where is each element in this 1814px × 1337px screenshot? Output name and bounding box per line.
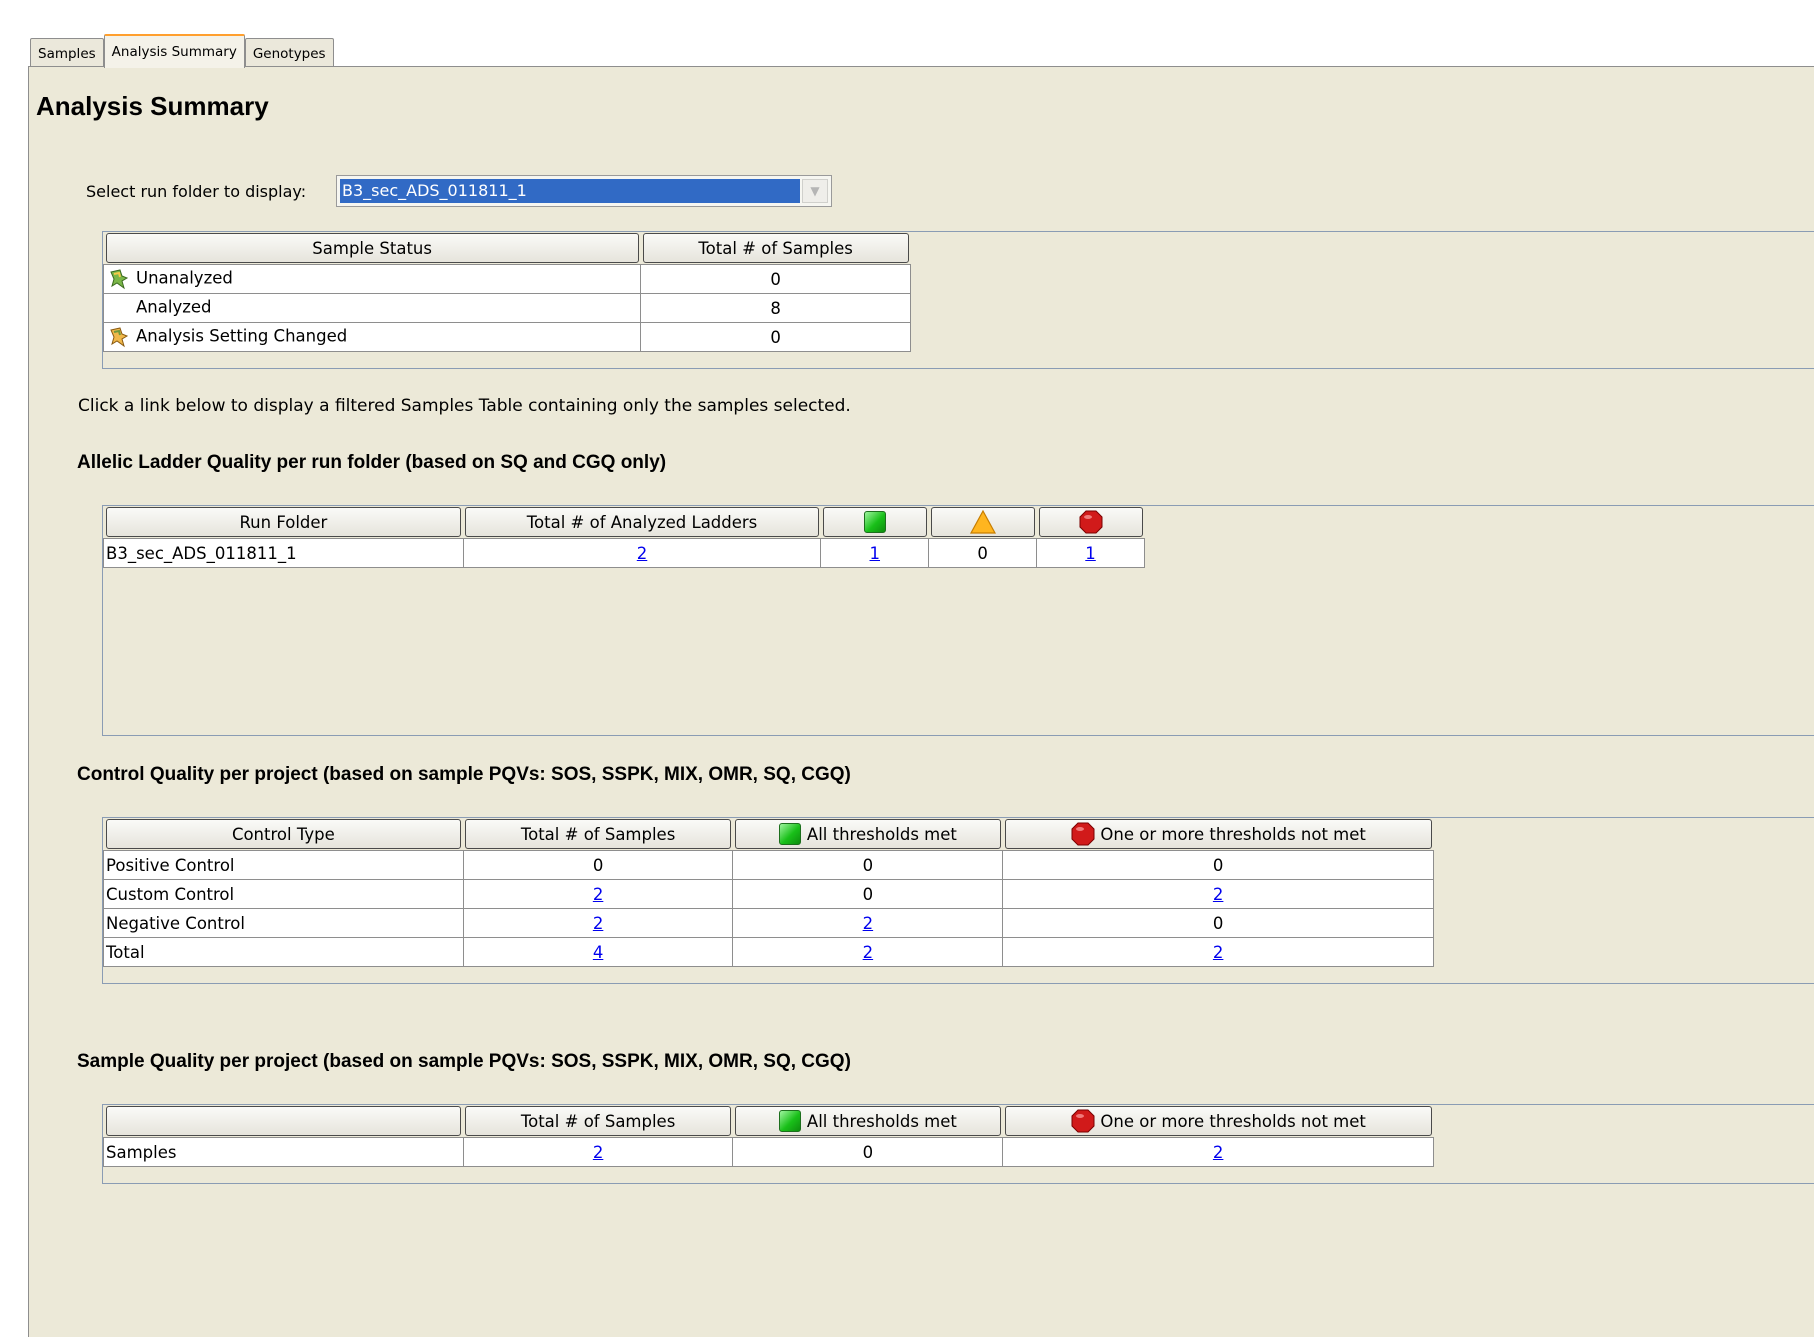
table-row: Custom Control 2 0 2 — [103, 879, 1434, 909]
yellow-ladders-count: 0 — [928, 538, 1038, 568]
green-square-icon — [863, 511, 886, 533]
status-count: 0 — [640, 264, 911, 294]
control-table: Control Type Total # of Samples All thre… — [103, 818, 1434, 967]
status-label: Analysis Setting Changed — [136, 326, 348, 346]
table-row: Analysis Setting Changed 0 — [102, 322, 911, 352]
tab-genotypes[interactable]: Genotypes — [244, 38, 334, 68]
setting-changed-icon — [110, 327, 129, 348]
ladder-table: Run Folder Total # of Analyzed Ladders B… — [103, 506, 1145, 568]
run-folder-label: Select run folder to display: — [86, 182, 307, 201]
column-header[interactable]: All thresholds met — [733, 818, 1003, 851]
run-folder-dropdown[interactable]: B3_sec_ADS_011811_1 ▼ — [336, 175, 832, 207]
tab-analysis-summary[interactable]: Analysis Summary — [103, 34, 245, 68]
sample-section-title: Sample Quality per project (based on sam… — [77, 1051, 851, 1072]
red-ladders-link[interactable]: 1 — [1085, 544, 1096, 563]
negative-control-met-link[interactable]: 2 — [863, 914, 874, 933]
samples-total-link[interactable]: 2 — [593, 1143, 604, 1162]
column-header[interactable]: Run Folder — [104, 506, 464, 539]
sample-quality-table: Total # of Samples All thresholds met On… — [103, 1105, 1434, 1167]
tab-samples[interactable]: Samples — [30, 38, 104, 68]
table-row: Samples 2 0 2 — [103, 1137, 1434, 1167]
green-square-icon — [778, 823, 801, 845]
green-square-icon — [778, 1110, 801, 1132]
table-row: Positive Control 0 0 0 — [103, 850, 1434, 880]
column-header[interactable]: Total # of Samples — [641, 232, 911, 265]
tab-bar: Samples Analysis Summary Genotypes — [30, 34, 334, 68]
column-header[interactable]: One or more thresholds not met — [1003, 1105, 1434, 1138]
run-folder-cell: B3_sec_ADS_011811_1 — [103, 538, 464, 568]
page-title: Analysis Summary — [36, 91, 269, 121]
sample-status-table: Sample Status Total # of Samples Unanaly… — [102, 232, 911, 352]
column-header[interactable]: Control Type — [104, 818, 464, 851]
total-control-not-met-link[interactable]: 2 — [1213, 943, 1224, 962]
app-window: Samples Analysis Summary Genotypes Analy… — [0, 28, 1814, 1337]
column-header[interactable] — [1037, 506, 1145, 539]
status-count: 8 — [640, 293, 911, 323]
column-header[interactable]: Total # of Samples — [463, 818, 733, 851]
total-control-total-link[interactable]: 4 — [593, 943, 604, 962]
column-header[interactable]: Total # of Samples — [463, 1105, 733, 1138]
column-header[interactable]: Total # of Analyzed Ladders — [463, 506, 821, 539]
table-row: B3_sec_ADS_011811_1 2 1 0 1 — [103, 538, 1145, 568]
instruction-text: Click a link below to display a filtered… — [78, 396, 851, 416]
unanalyzed-icon — [110, 269, 129, 290]
ladder-section-title: Allelic Ladder Quality per run folder (b… — [77, 452, 667, 473]
red-stop-icon — [1071, 822, 1095, 846]
negative-control-total-link[interactable]: 2 — [593, 914, 604, 933]
column-header[interactable]: Sample Status — [104, 232, 641, 265]
total-control-met-link[interactable]: 2 — [863, 943, 874, 962]
custom-control-not-met-link[interactable]: 2 — [1213, 885, 1224, 904]
column-header[interactable] — [821, 506, 929, 539]
status-count: 0 — [640, 322, 911, 352]
table-row: Total 4 2 2 — [103, 937, 1434, 967]
control-section-title: Control Quality per project (based on sa… — [77, 764, 851, 785]
column-header[interactable]: All thresholds met — [733, 1105, 1003, 1138]
samples-not-met-link[interactable]: 2 — [1213, 1143, 1224, 1162]
status-label: Analyzed — [136, 297, 212, 317]
table-row: Negative Control 2 2 0 — [103, 908, 1434, 938]
chevron-down-icon[interactable]: ▼ — [802, 179, 828, 203]
analysis-summary-panel: Analysis Summary Select run folder to di… — [28, 66, 1814, 1337]
green-ladders-link[interactable]: 1 — [870, 544, 881, 563]
column-header[interactable] — [104, 1105, 464, 1138]
custom-control-total-link[interactable]: 2 — [593, 885, 604, 904]
run-folder-value: B3_sec_ADS_011811_1 — [340, 179, 800, 203]
red-stop-icon — [1071, 1109, 1095, 1133]
warning-triangle-icon — [969, 509, 996, 534]
column-header[interactable]: One or more thresholds not met — [1003, 818, 1434, 851]
column-header[interactable] — [929, 506, 1037, 539]
total-ladders-link[interactable]: 2 — [637, 544, 648, 563]
table-row: Analyzed 8 — [102, 293, 911, 323]
red-stop-icon — [1079, 510, 1103, 534]
table-row: Unanalyzed 0 — [102, 264, 911, 294]
status-label: Unanalyzed — [136, 268, 233, 288]
